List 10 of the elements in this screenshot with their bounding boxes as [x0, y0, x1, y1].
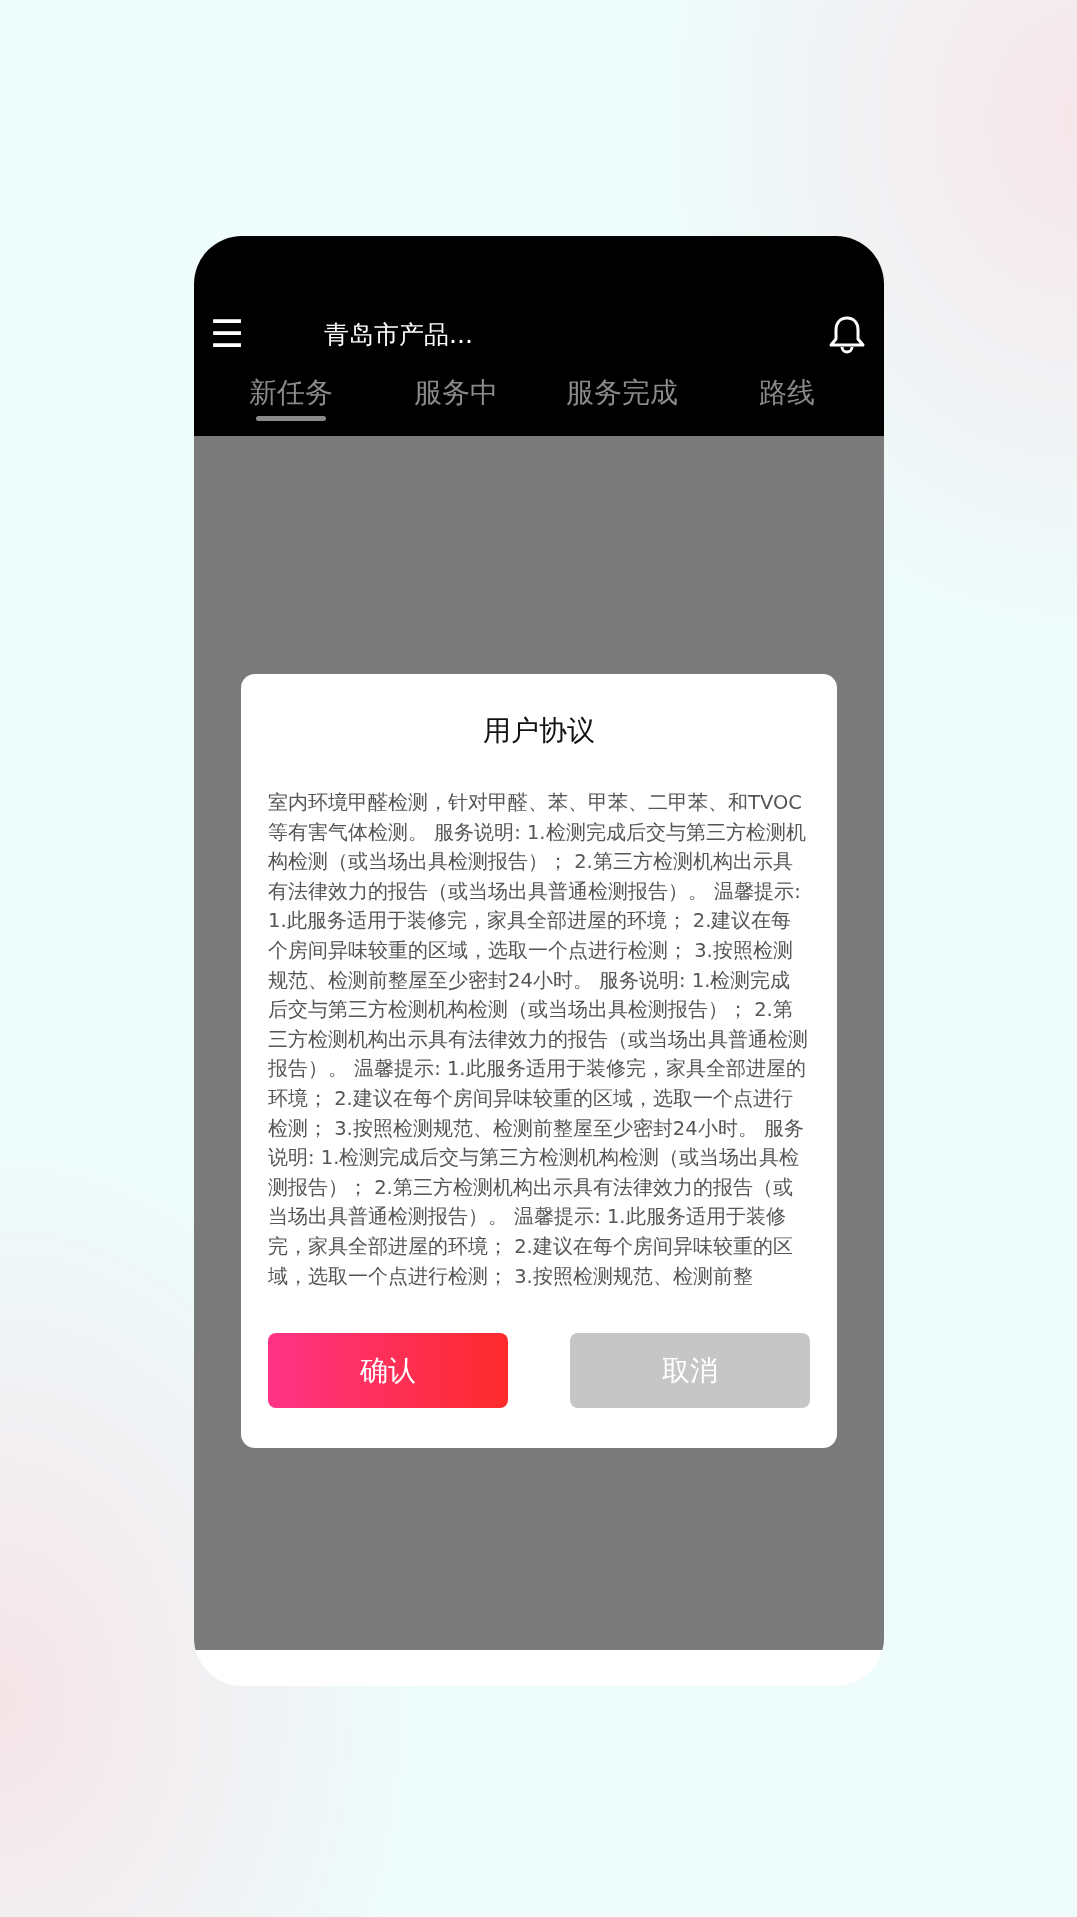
dialog-title: 用户协议 [482, 713, 596, 749]
confirm-button[interactable]: 确认 [268, 1333, 508, 1408]
tab[interactable]: 服务中 [373, 364, 539, 436]
tab[interactable]: 服务完成 [539, 364, 705, 436]
tab[interactable]: 路线 [704, 364, 870, 436]
agreement-text: 室内环境甲醛检测，针对甲醛、苯、甲苯、二甲苯、和TVOC等有害气体检测。 服务说明: 1.检测完成后交与第三方检测机构检测（或当场出具检测报告）； 2.第三方检测机构出示具有法律效力的报告（或当场出具普通检测报告）。 温馨提示: 1.此服务适用于装修完，家具全部进屋的环境； 2.建议在每个房间异味较重的区域，选取一个点进行检测； 3.按照检测规范、检测前整屋至少密封24小时。 服务说明: 1.检测完成后交与第三方检测机构检测（或当场出具检测报告）； 2.第三方检测机构出示具有法律效力的报告（或当场出具普通检测报告）。 温馨提示: 1.此服务适用于装修完，家具全部进屋的环境； 2.建议在每个房间异味较重的区域，选取一个点进行检测； 3.按照检测规范、检测前整屋至少密封24小时。 服务说明: 1.检测完成后交与第三方检测机构检测（或当场出具检测报告）； 2.第三方检测机构出示具有法律效力的报告（或当场出具普通检测报告）。 温馨提示: 1.此服务适用于装修完，家具全部进屋的环境； 2.建议在每个房间异味较重的区域，选取一个点进行检测； 3.按照检测规范、检测前整 [268, 790, 809, 1290]
menu-icon[interactable]: ☰ [210, 315, 250, 353]
app-title: 青岛市产品... [324, 318, 474, 351]
tab[interactable]: 新任务 [208, 364, 374, 436]
bell-icon[interactable] [828, 314, 866, 354]
